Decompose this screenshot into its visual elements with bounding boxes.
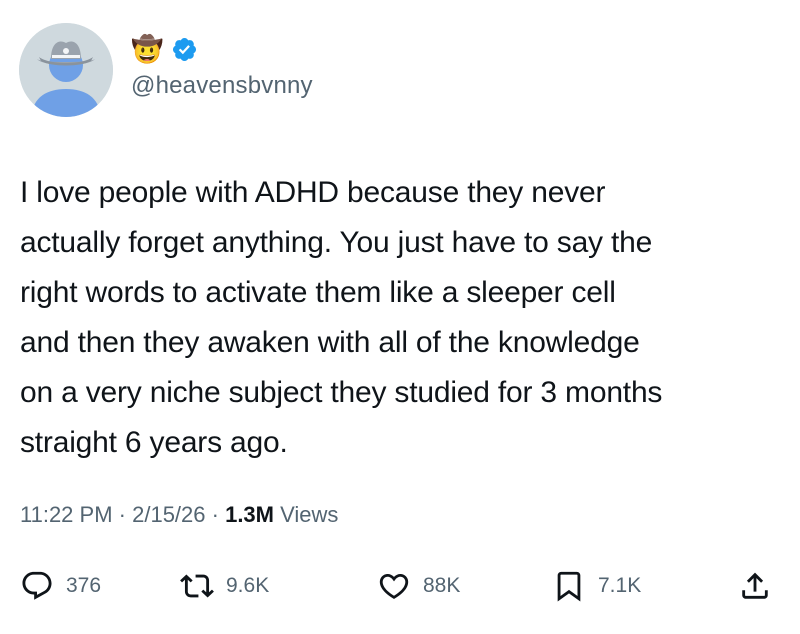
heart-icon xyxy=(379,573,409,599)
retweet-icon xyxy=(180,574,214,598)
avatar[interactable] xyxy=(19,23,113,117)
like-button[interactable]: 88K xyxy=(377,566,460,606)
bookmark-button[interactable]: 7.1K xyxy=(552,566,641,606)
like-count: 88K xyxy=(423,574,461,597)
author-name-row: 🤠 xyxy=(131,34,198,64)
share-icon xyxy=(742,572,768,599)
views-count: 1.3M xyxy=(225,502,274,527)
tweet-line: and then they awaken with all of the kno… xyxy=(20,326,640,359)
retweet-count: 9.6K xyxy=(226,574,270,597)
views-label: Views xyxy=(274,502,339,527)
tweet-date[interactable]: 2/15/26 xyxy=(132,502,205,527)
tweet-line: I love people with ADHD because they nev… xyxy=(20,176,606,209)
reply-icon xyxy=(22,571,52,600)
meta-separator: · xyxy=(205,502,226,527)
verified-badge-icon xyxy=(171,36,198,63)
tweet-text: I love people with ADHD because they nev… xyxy=(20,168,790,468)
bookmark-icon xyxy=(557,571,581,602)
author-handle[interactable]: @heavensbvnny xyxy=(131,72,313,100)
tweet-meta: 11:22 PM · 2/15/26 · 1.3M Views xyxy=(20,502,338,528)
bookmark-count: 7.1K xyxy=(598,574,642,597)
tweet-line: straight 6 years ago. xyxy=(20,426,288,459)
cowboy-avatar-icon xyxy=(19,23,113,117)
tweet-actions: 376 9.6K 88K 7.1K xyxy=(20,566,780,606)
retweet-button[interactable]: 9.6K xyxy=(180,566,269,606)
reply-count: 376 xyxy=(66,574,102,597)
reply-button[interactable]: 376 xyxy=(20,566,101,606)
tweet-time[interactable]: 11:22 PM xyxy=(20,502,113,527)
display-name[interactable]: 🤠 xyxy=(131,34,163,64)
share-button[interactable] xyxy=(738,566,772,606)
meta-separator: · xyxy=(112,502,133,527)
tweet-line: on a very niche subject they studied for… xyxy=(20,376,663,409)
tweet-line: right words to activate them like a slee… xyxy=(20,276,616,309)
tweet-line: actually forget anything. You just have … xyxy=(20,226,653,259)
